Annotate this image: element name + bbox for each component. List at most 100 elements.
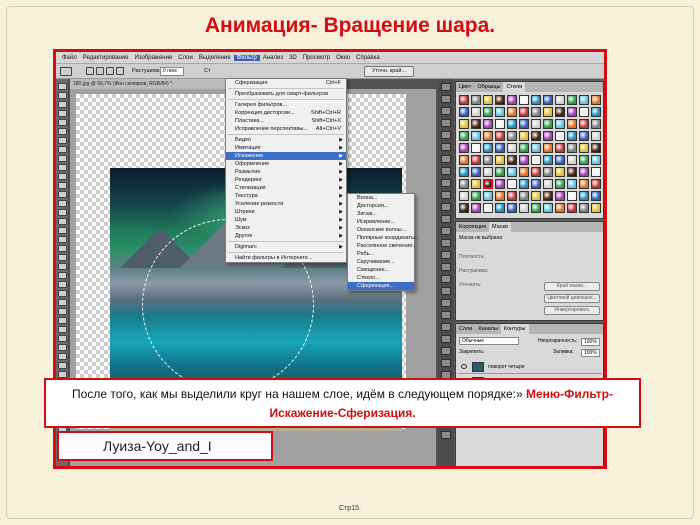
style-swatch[interactable] — [579, 107, 589, 117]
filter-menu-item[interactable]: Найти фильтры в Интернете... — [226, 254, 346, 262]
style-swatch[interactable] — [591, 167, 601, 177]
style-swatch[interactable] — [531, 179, 541, 189]
panel-icon[interactable] — [441, 95, 451, 103]
style-swatch[interactable] — [531, 191, 541, 201]
style-swatch[interactable] — [579, 191, 589, 201]
style-swatch[interactable] — [567, 179, 577, 189]
filter-menu-item[interactable]: Рендеринг ▶ — [226, 176, 346, 184]
panel-icon[interactable] — [441, 83, 451, 91]
style-swatch[interactable] — [519, 95, 529, 105]
tool-icon[interactable] — [58, 317, 67, 324]
panel-icon[interactable] — [441, 263, 451, 271]
style-swatch[interactable] — [471, 143, 481, 153]
blend-mode-select[interactable]: Обычные — [459, 337, 519, 345]
filter-menu-item[interactable]: Искажение ▶ — [226, 152, 346, 160]
style-swatch[interactable] — [483, 95, 493, 105]
style-swatch[interactable] — [483, 119, 493, 129]
style-swatch[interactable] — [531, 143, 541, 153]
distort-menu-item[interactable]: Волна... — [348, 194, 414, 202]
tool-icon[interactable] — [58, 290, 67, 297]
style-swatch[interactable] — [555, 179, 565, 189]
style-swatch[interactable] — [471, 179, 481, 189]
filter-menu-item[interactable]: Галерея фильтров... — [226, 101, 346, 109]
style-swatch[interactable] — [531, 107, 541, 117]
style-swatch[interactable] — [519, 167, 529, 177]
filter-menu-item[interactable]: Оформление ▶ — [226, 160, 346, 168]
tool-icon[interactable] — [58, 164, 67, 171]
style-swatch[interactable] — [459, 191, 469, 201]
masks-panel-tab[interactable]: Маски — [489, 222, 511, 232]
style-swatch[interactable] — [579, 95, 589, 105]
style-swatch[interactable] — [531, 119, 541, 129]
style-swatch[interactable] — [459, 155, 469, 165]
tool-icon[interactable] — [58, 371, 67, 378]
style-swatch[interactable] — [531, 155, 541, 165]
style-swatch[interactable] — [507, 95, 517, 105]
distort-menu-item[interactable]: Рябь... — [348, 250, 414, 258]
style-swatch[interactable] — [591, 191, 601, 201]
menu-9[interactable]: Окно — [333, 55, 353, 61]
layers-panel-tab[interactable]: Слои — [456, 324, 475, 334]
tool-icon[interactable] — [58, 299, 67, 306]
style-swatch[interactable] — [495, 155, 505, 165]
style-swatch[interactable] — [531, 95, 541, 105]
distort-menu-item[interactable]: Зигзаг... — [348, 210, 414, 218]
style-swatch[interactable] — [555, 119, 565, 129]
style-swatch[interactable] — [591, 143, 601, 153]
tool-icon[interactable] — [58, 128, 67, 135]
color-panel-tab[interactable]: Стили — [503, 82, 526, 92]
style-swatch[interactable] — [507, 119, 517, 129]
style-swatch[interactable] — [507, 131, 517, 141]
style-swatch[interactable] — [507, 167, 517, 177]
style-swatch[interactable] — [543, 95, 553, 105]
style-swatch[interactable] — [567, 191, 577, 201]
distort-menu-item[interactable]: Полярные координаты... — [348, 234, 420, 242]
panel-icon[interactable] — [441, 347, 451, 355]
distort-menu-item[interactable]: Смещение... — [348, 266, 414, 274]
panel-icon[interactable] — [441, 323, 451, 331]
tool-icon[interactable] — [58, 119, 67, 126]
tool-icon[interactable] — [58, 200, 67, 207]
filter-menu-item[interactable]: Исправление перспективы... Alt+Ctrl+V — [226, 125, 346, 133]
menu-10[interactable]: Справка — [353, 55, 383, 61]
panel-icon[interactable] — [441, 167, 451, 175]
style-swatch[interactable] — [567, 119, 577, 129]
style-swatch[interactable] — [567, 107, 577, 117]
style-swatch[interactable] — [495, 107, 505, 117]
style-swatch[interactable] — [543, 179, 553, 189]
style-swatch[interactable] — [519, 131, 529, 141]
style-swatch[interactable] — [495, 143, 505, 153]
style-swatch[interactable] — [471, 203, 481, 213]
marquee-tool-icon[interactable] — [60, 67, 72, 76]
feather-input[interactable]: 0 пикс — [160, 67, 184, 76]
panel-icon[interactable] — [441, 239, 451, 247]
filter-menu-item[interactable]: Сферизация Ctrl+F — [226, 79, 346, 87]
tool-icon[interactable] — [58, 254, 67, 261]
filter-menu-item[interactable]: Текстура ▶ — [226, 192, 346, 200]
masks-panel-tab[interactable]: Коррекция — [456, 222, 489, 232]
menu-8[interactable]: Просмотр — [300, 55, 333, 61]
filter-menu-item[interactable]: Имитация ▶ — [226, 144, 346, 152]
menu-5[interactable]: Фильтр — [233, 54, 260, 61]
style-swatch[interactable] — [543, 107, 553, 117]
style-swatch[interactable] — [459, 203, 469, 213]
tool-icon[interactable] — [58, 326, 67, 333]
style-swatch[interactable] — [579, 155, 589, 165]
style-swatch[interactable] — [459, 119, 469, 129]
menu-3[interactable]: Слои — [175, 55, 196, 61]
tool-icon[interactable] — [58, 209, 67, 216]
style-swatch[interactable] — [507, 143, 517, 153]
panel-icon[interactable] — [441, 143, 451, 151]
distort-menu-item[interactable]: Стекло... — [348, 274, 414, 282]
filter-menu-item[interactable]: Преобразовать для смарт-фильтров — [226, 90, 346, 98]
style-swatch[interactable] — [519, 119, 529, 129]
style-swatch[interactable] — [483, 107, 493, 117]
style-swatch[interactable] — [531, 203, 541, 213]
panel-icon[interactable] — [441, 311, 451, 319]
style-swatch[interactable] — [543, 143, 553, 153]
filter-menu-item[interactable]: Другое ▶ — [226, 232, 346, 240]
filter-menu-item[interactable]: Пластика... Shift+Ctrl+X — [226, 117, 346, 125]
filter-menu-item[interactable]: Штрихи ▶ — [226, 208, 346, 216]
panel-icon[interactable] — [441, 215, 451, 223]
style-swatch[interactable] — [591, 155, 601, 165]
